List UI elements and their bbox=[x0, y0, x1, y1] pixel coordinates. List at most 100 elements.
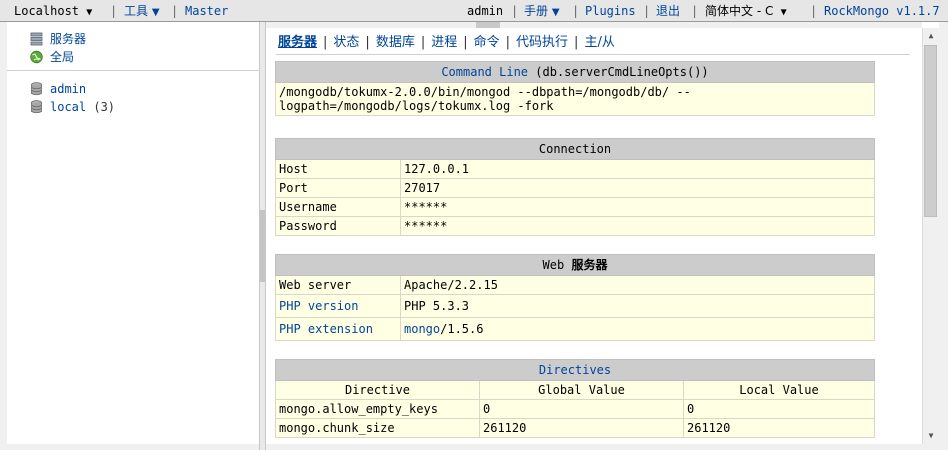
separator: | bbox=[691, 4, 699, 18]
tab-separator: | bbox=[574, 35, 579, 50]
table-row: Username ****** bbox=[275, 197, 875, 217]
tab-status[interactable]: 状态 bbox=[333, 35, 359, 50]
server-tabs: 服务器 | 状态 | 数据库 | 进程 | 命令 | 代码执行 | 主/从 bbox=[278, 34, 615, 52]
table-row: PHP extension mongo/1.5.6 bbox=[275, 317, 875, 341]
scroll-up-arrow-icon[interactable]: ▲ bbox=[923, 28, 939, 44]
command-line-table: Command Line (db.serverCmdLineOpts()) /m… bbox=[275, 61, 875, 116]
table-row: Password ****** bbox=[275, 216, 875, 236]
directive-name: mongo.allow_empty_keys bbox=[275, 399, 480, 419]
tab-execute[interactable]: 代码执行 bbox=[516, 35, 568, 50]
row-label: Port bbox=[275, 178, 401, 198]
row-value: mongo/1.5.6 bbox=[400, 317, 875, 341]
db-name: local bbox=[50, 100, 87, 114]
tree-divider bbox=[7, 70, 259, 71]
manual-label: 手册 bbox=[524, 4, 549, 18]
tools-label: 工具 bbox=[124, 4, 149, 18]
web-server-header: Web 服务器 bbox=[275, 254, 875, 276]
tab-replication[interactable]: 主/从 bbox=[584, 35, 614, 50]
current-user: admin bbox=[467, 4, 504, 18]
row-value: 27017 bbox=[400, 178, 875, 198]
global-value: 261120 bbox=[479, 418, 684, 438]
main-content-pane: 服务器 | 状态 | 数据库 | 进程 | 命令 | 代码执行 | 主/从 Command Line (… bbox=[266, 28, 922, 444]
row-label: Password bbox=[275, 216, 401, 236]
command-line-header: Command Line (db.serverCmdLineOpts()) bbox=[275, 61, 875, 83]
pane-splitter[interactable] bbox=[259, 22, 266, 450]
mongo-extension-version: /1.5.6 bbox=[440, 322, 484, 336]
column-header-directive: Directive bbox=[275, 380, 480, 400]
tree-label-db: admin bbox=[50, 82, 87, 96]
directive-name: mongo.chunk_size bbox=[275, 418, 480, 438]
database-icon bbox=[31, 100, 42, 114]
column-header-global-value: Global Value bbox=[479, 380, 684, 400]
separator: | bbox=[110, 4, 118, 18]
tree-label-overview: 全局 bbox=[50, 50, 75, 64]
main-vertical-scrollbar[interactable]: ▲ ▼ bbox=[922, 28, 939, 444]
tab-server[interactable]: 服务器 bbox=[278, 35, 317, 50]
row-value: Apache/2.2.15 bbox=[400, 275, 875, 295]
database-tree-pane: 服务器 全局 admin local (3) bbox=[7, 28, 259, 444]
row-label: Username bbox=[275, 197, 401, 217]
command-line-value: /mongodb/tokumx-2.0.0/bin/mongod --dbpat… bbox=[275, 82, 875, 116]
splitter-grip[interactable] bbox=[260, 210, 265, 282]
command-line-suffix: (db.serverCmdLineOpts()) bbox=[535, 65, 709, 79]
row-value: ****** bbox=[400, 216, 875, 236]
tools-dropdown-icon: ▼ bbox=[151, 7, 160, 18]
tab-separator: | bbox=[463, 35, 468, 50]
window-bottom-edge bbox=[0, 444, 948, 450]
logout-link[interactable]: 退出 bbox=[656, 3, 680, 19]
local-value: 0 bbox=[683, 399, 875, 419]
row-label-link: PHP version bbox=[275, 294, 401, 318]
connection-header: Connection bbox=[275, 138, 875, 160]
local-value: 261120 bbox=[683, 418, 875, 438]
php-version-link[interactable]: PHP version bbox=[279, 299, 358, 313]
table-row: mongo.chunk_size 261120 261120 bbox=[275, 418, 875, 438]
tab-separator: | bbox=[365, 35, 370, 50]
window-left-edge bbox=[0, 22, 7, 450]
column-header-local-value: Local Value bbox=[683, 380, 875, 400]
row-label: Web server bbox=[275, 275, 401, 295]
web-server-table: Web 服务器 Web server Apache/2.2.15 PHP ver… bbox=[275, 254, 875, 341]
tab-processes[interactable]: 进程 bbox=[431, 35, 457, 50]
connection-table: Connection Host 127.0.0.1 Port 27017 Use… bbox=[275, 138, 875, 236]
directives-link[interactable]: Directives bbox=[539, 363, 611, 377]
command-line-link[interactable]: Command Line bbox=[441, 65, 528, 79]
scrollbar-thumb[interactable] bbox=[924, 45, 937, 217]
row-value: PHP 5.3.3 bbox=[400, 294, 875, 318]
host-label: Localhost bbox=[14, 4, 80, 18]
window-right-edge bbox=[939, 22, 948, 450]
separator: | bbox=[171, 4, 179, 18]
row-label: Host bbox=[275, 159, 401, 179]
manual-menu[interactable]: 手册 ▼ bbox=[524, 3, 560, 21]
host-dropdown-icon: ▼ bbox=[86, 7, 93, 18]
tab-separator: | bbox=[420, 35, 426, 50]
web-server-title-suffix: 服务器 bbox=[571, 258, 608, 272]
directives-header: Directives bbox=[275, 359, 875, 381]
language-select[interactable]: 简体中文 - C ▼ bbox=[705, 3, 787, 21]
top-menu-bar: Localhost ▼ | 工具 ▼ | Master admin | 手册 ▼… bbox=[0, 0, 948, 22]
tree-label-db-local: local (3) bbox=[50, 98, 115, 116]
plugins-link[interactable]: Plugins bbox=[585, 3, 636, 19]
php-extension-link[interactable]: PHP extension bbox=[279, 322, 373, 336]
server-stack-icon bbox=[30, 32, 43, 46]
tab-command[interactable]: 命令 bbox=[474, 35, 500, 50]
directives-table: Directives Directive Global Value Local … bbox=[275, 359, 875, 438]
web-server-title-prefix: Web bbox=[542, 258, 565, 272]
tab-separator: | bbox=[505, 35, 511, 50]
collection-count: (3) bbox=[93, 100, 116, 114]
global-value: 0 bbox=[479, 399, 684, 419]
globe-icon bbox=[30, 50, 43, 64]
separator: | bbox=[511, 4, 519, 18]
table-row: Web server Apache/2.2.15 bbox=[275, 275, 875, 295]
language-dropdown-icon: ▼ bbox=[780, 7, 787, 18]
table-row: Port 27017 bbox=[275, 178, 875, 198]
tab-databases[interactable]: 数据库 bbox=[376, 35, 415, 50]
language-value: 简体中文 - C bbox=[705, 4, 774, 18]
mongo-extension-link[interactable]: mongo bbox=[404, 322, 440, 336]
scroll-down-arrow-icon[interactable]: ▼ bbox=[923, 428, 939, 444]
host-menu[interactable]: Localhost ▼ bbox=[14, 3, 92, 21]
table-row: mongo.allow_empty_keys 0 0 bbox=[275, 399, 875, 419]
master-link[interactable]: Master bbox=[185, 3, 228, 19]
table-row: PHP version PHP 5.3.3 bbox=[275, 294, 875, 318]
tools-menu[interactable]: 工具 ▼ bbox=[124, 3, 160, 21]
version-link[interactable]: RockMongo v1.1.7 bbox=[824, 3, 940, 19]
